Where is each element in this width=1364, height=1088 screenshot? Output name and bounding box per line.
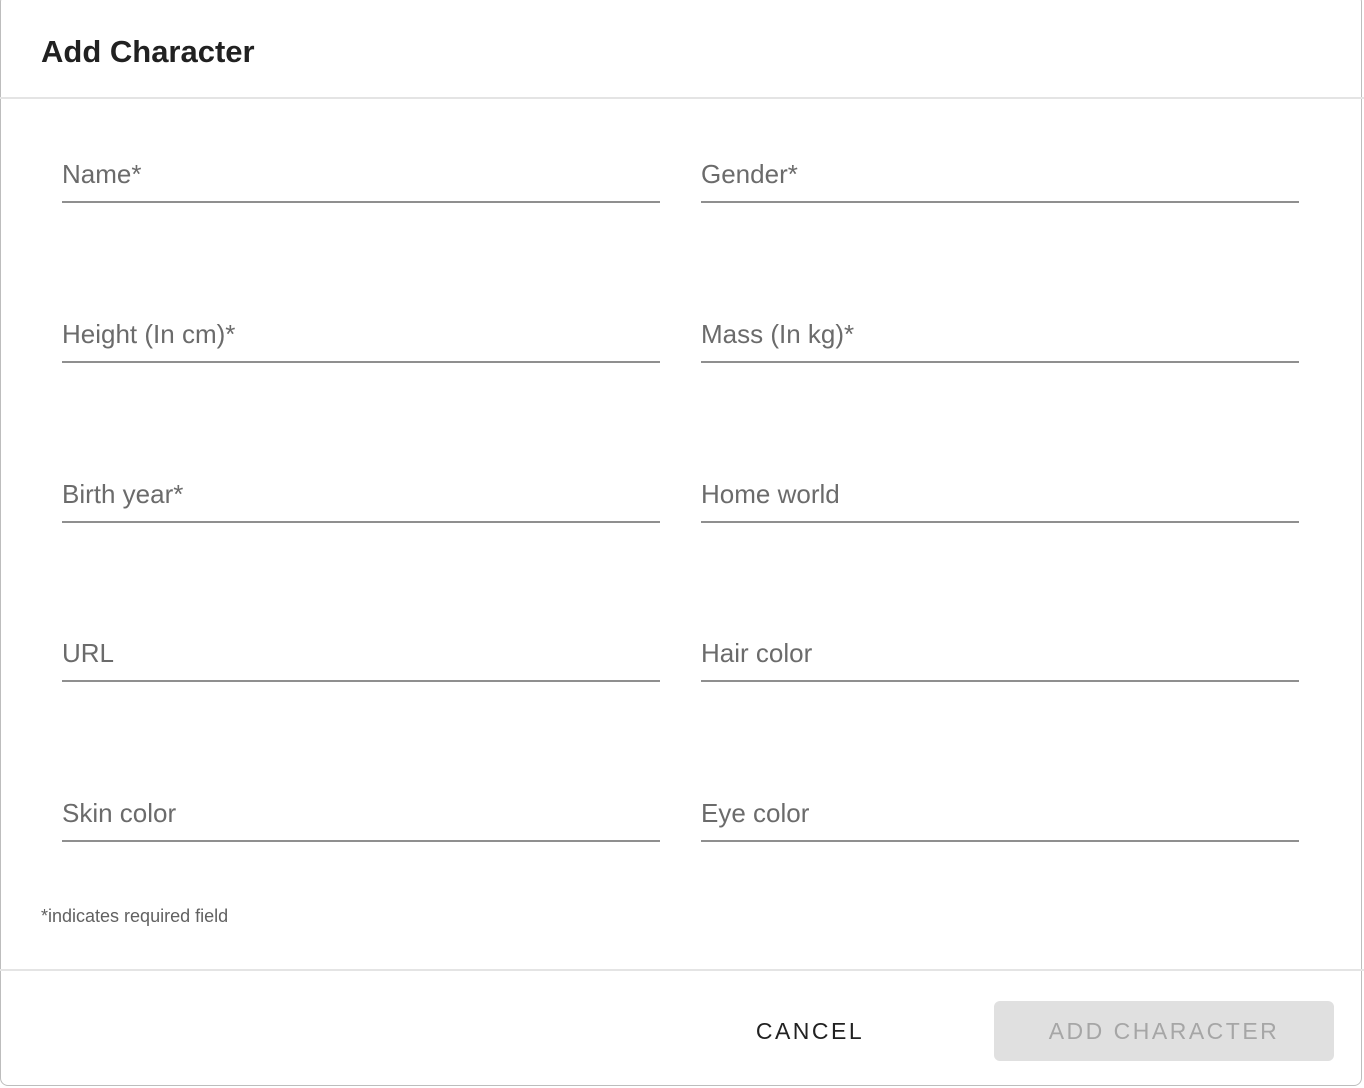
eye-color-input[interactable] — [701, 790, 1303, 843]
height-in-cm-field[interactable]: Height (In cm)* — [62, 310, 664, 363]
header-divider — [0, 97, 1364, 99]
cancel-button[interactable]: CANCEL — [730, 1001, 890, 1061]
gender-input[interactable] — [701, 151, 1303, 203]
gender-field[interactable]: Gender* — [701, 151, 1303, 203]
birth-year-field[interactable]: Birth year* — [62, 470, 664, 523]
home-world-field[interactable]: Home world — [701, 470, 1303, 523]
mass-in-kg-field[interactable]: Mass (In kg)* — [701, 310, 1303, 363]
height-in-cm-input[interactable] — [62, 310, 664, 363]
birth-year-input[interactable] — [62, 470, 664, 523]
name-field[interactable]: Name* — [62, 151, 664, 203]
skin-color-field[interactable]: Skin color — [62, 790, 664, 843]
url-field[interactable]: URL — [62, 630, 664, 683]
hair-color-field[interactable]: Hair color — [701, 630, 1303, 683]
mass-in-kg-input[interactable] — [701, 310, 1303, 363]
dialog-title: Add Character — [41, 34, 255, 69]
add-character-button[interactable]: ADD CHARACTER — [994, 1001, 1334, 1061]
skin-color-input[interactable] — [62, 790, 664, 843]
hair-color-input[interactable] — [701, 630, 1303, 683]
footer-divider — [0, 969, 1364, 971]
eye-color-field[interactable]: Eye color — [701, 790, 1303, 843]
name-input[interactable] — [62, 151, 664, 203]
home-world-input[interactable] — [701, 470, 1303, 523]
url-input[interactable] — [62, 630, 664, 683]
required-note: *indicates required field — [41, 906, 229, 926]
